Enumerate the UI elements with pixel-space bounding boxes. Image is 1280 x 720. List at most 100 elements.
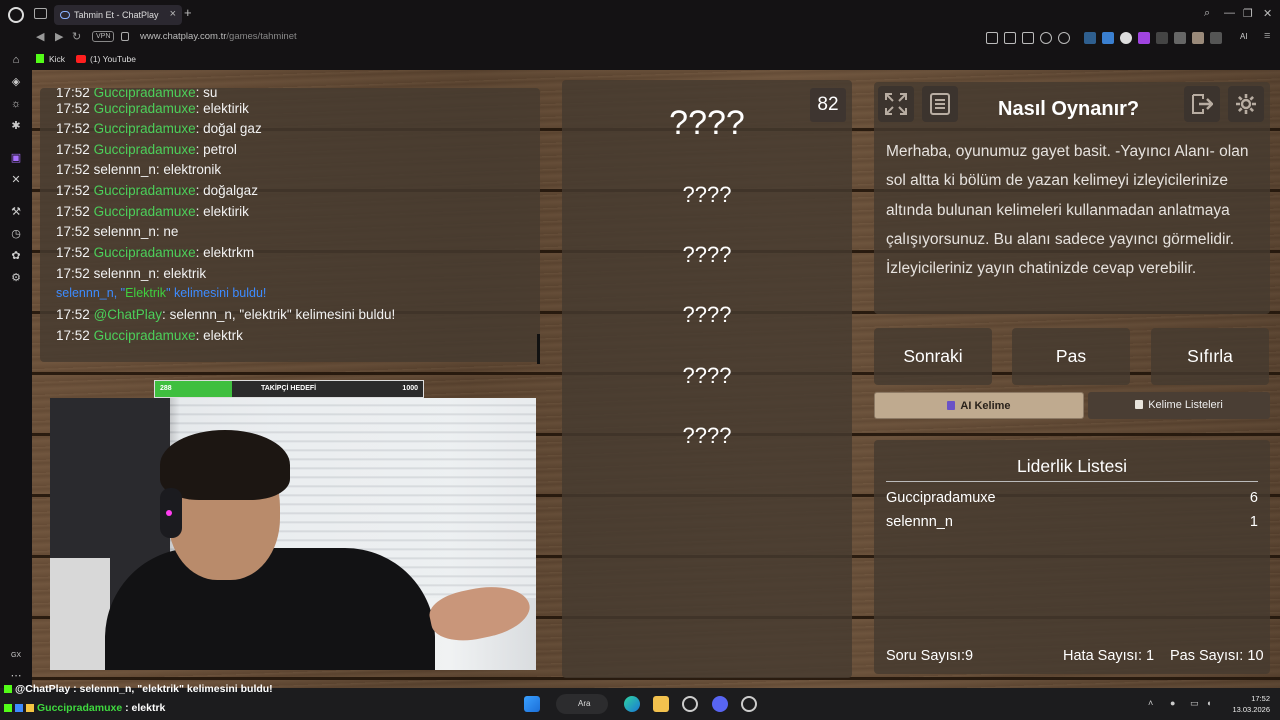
sidebar-settings-icon[interactable]: ⚙ [10,272,22,284]
new-tab-button[interactable]: + [184,5,192,20]
forward-icon[interactable]: ▶ [55,30,63,43]
browser-tab[interactable]: Tahmin Et - ChatPlay × [54,5,182,25]
chat-scrollbar[interactable] [537,334,540,364]
taskbar-search[interactable]: Ara [556,694,608,714]
taskbar-search-label: Ara [578,699,591,708]
url-field[interactable]: www.chatplay.com.tr/games/tahminet [140,31,297,42]
target-word-slot: ???? [669,104,745,142]
vpn-badge[interactable]: VPN [92,31,115,42]
how-to-play-panel: Nasıl Oynanır? Merhaba, oyunumuz gayet b… [874,82,1270,314]
obs-icon[interactable] [741,696,757,712]
leaderboard-panel: Liderlik Listesi Guccipradamuxe 6 selennn… [874,440,1270,674]
network-icon[interactable]: ▭ [1190,698,1199,709]
sidebar-flow-icon[interactable]: ☼ [10,98,22,110]
ai-word-button[interactable]: AI Kelime [874,392,1084,419]
fullscreen-icon[interactable] [878,86,914,122]
close-tab-icon[interactable]: × [170,8,176,20]
microphone-icon[interactable]: ● [1170,698,1175,708]
leaderboard-divider [886,481,1258,482]
browser-tab-bar: Tahmin Et - ChatPlay × + ⌕ — ❐ ✕ [0,0,1280,28]
next-button[interactable]: Sonraki [874,328,992,385]
chat-message: 17:52 selennn_n: ne [56,224,179,239]
chat-system-message: selennn_n, "Elektrik" kelimesini buldu! [56,286,267,300]
extension-icon[interactable] [1174,32,1186,44]
webcam-feed [50,398,536,670]
question-count: Soru Sayısı:9 [886,648,974,664]
forbidden-word-slot: ???? [682,423,732,448]
chat-message: 17:52 Guccipradamuxe: elektrk [56,328,243,343]
leaderboard-row: Guccipradamuxe 6 [886,490,1258,506]
heart-icon[interactable] [1058,32,1070,44]
url-domain: www.chatplay.com.tr [140,31,227,42]
overlay-chat-line: Guccipradamuxe : elektrk [4,702,165,714]
volume-icon[interactable]: ◖ [1206,698,1211,708]
extension-icon[interactable] [1102,32,1114,44]
extension-icon[interactable] [1210,32,1222,44]
extension-icon[interactable] [1084,32,1096,44]
ai-button[interactable]: AI [1240,32,1248,41]
lock-icon[interactable] [121,32,129,41]
sidebar-gx-corner-icon[interactable]: ◈ [10,76,22,88]
rules-document-icon[interactable] [922,86,958,122]
sidebar-more-icon[interactable]: ⋯ [10,670,22,682]
reset-button[interactable]: Sıfırla [1151,328,1269,385]
kick-icon [4,704,12,712]
sidebar-twitch-icon[interactable]: ▣ [10,152,22,164]
badge-icon [26,704,34,712]
leaderboard-name: Guccipradamuxe [886,490,996,506]
bookmark-youtube[interactable]: (1) YouTube [76,54,136,64]
pass-count: Pas Sayısı: 10 [1170,648,1264,664]
pass-button[interactable]: Pas [1012,328,1130,385]
forbidden-word-slot: ???? [682,302,732,327]
chat-panel: 17:52 Guccipradamuxe: su 17:52 Gucciprad… [40,88,540,362]
leaderboard-score: 6 [1249,490,1258,506]
exit-icon[interactable] [1184,86,1220,122]
discord-icon[interactable] [712,696,728,712]
extension-icon[interactable] [1120,32,1132,44]
restore-icon[interactable]: ❐ [1243,7,1253,20]
download-icon[interactable] [1022,32,1034,44]
settings-gear-icon[interactable] [1228,86,1264,122]
search-icon[interactable]: ⌕ [1204,7,1210,20]
sidebar-tools-icon[interactable]: ⚒ [10,206,22,218]
opera-gx-logo-icon[interactable] [8,7,24,23]
reload-icon[interactable]: ↻ [72,30,81,43]
minimize-icon[interactable]: — [1224,7,1235,19]
address-bar: ◀ ▶ ↻ VPN www.chatplay.com.tr/games/tahm… [0,28,1280,48]
back-icon[interactable]: ◀ [36,30,44,43]
game-page: 17:52 Guccipradamuxe: su 17:52 Gucciprad… [32,70,1280,688]
sidebar-x-icon[interactable]: ✕ [10,174,22,186]
chat-message: 17:52 Guccipradamuxe: su [56,88,218,100]
how-to-play-text: Merhaba, oyunumuz gayet basit. -Yayıncı … [886,143,1249,278]
bookmarks-bar: Kick (1) YouTube [0,48,1280,70]
snapshot-icon[interactable] [1004,32,1016,44]
menu-icon[interactable]: ≡ [1264,30,1270,42]
leaderboard-name: selennn_n [886,514,953,530]
follower-goal-bar: 288 TAKİPÇİ HEDEFİ 1000 [154,380,424,398]
bookmark-kick[interactable]: Kick [36,54,65,64]
follower-goal-current: 288 [160,385,172,392]
tab-menu-icon[interactable] [34,8,47,19]
chatplay-favicon-icon [60,11,70,19]
opera-gx-taskbar-icon[interactable] [682,696,698,712]
file-explorer-icon[interactable] [653,696,669,712]
taskbar-clock[interactable]: 17:52 13.03.2026 [1226,693,1270,715]
sidebar-home-icon[interactable]: ⌂ [10,54,22,66]
edge-icon[interactable] [624,696,640,712]
kick-icon [36,54,44,63]
chat-message: 17:52 selennn_n: elektrik [56,266,207,281]
sidebar-mods-icon[interactable]: ✿ [10,250,22,262]
youtube-icon [76,55,86,63]
close-window-icon[interactable]: ✕ [1263,7,1272,20]
windows-start-icon[interactable] [524,696,540,712]
tray-chevron-icon[interactable]: ˄ [1148,698,1153,708]
play-icon[interactable] [1040,32,1052,44]
sidebar-star-icon[interactable]: ✱ [10,120,22,132]
leaderboard-row: selennn_n 1 [886,514,1258,530]
twitch-extension-icon[interactable] [1138,32,1150,44]
extension-icon[interactable] [1156,32,1168,44]
sidebar-history-icon[interactable]: ◷ [10,228,22,240]
pin-icon[interactable] [986,32,998,44]
profile-avatar-icon[interactable] [1192,32,1204,44]
word-lists-button[interactable]: Kelime Listeleri [1088,392,1270,419]
